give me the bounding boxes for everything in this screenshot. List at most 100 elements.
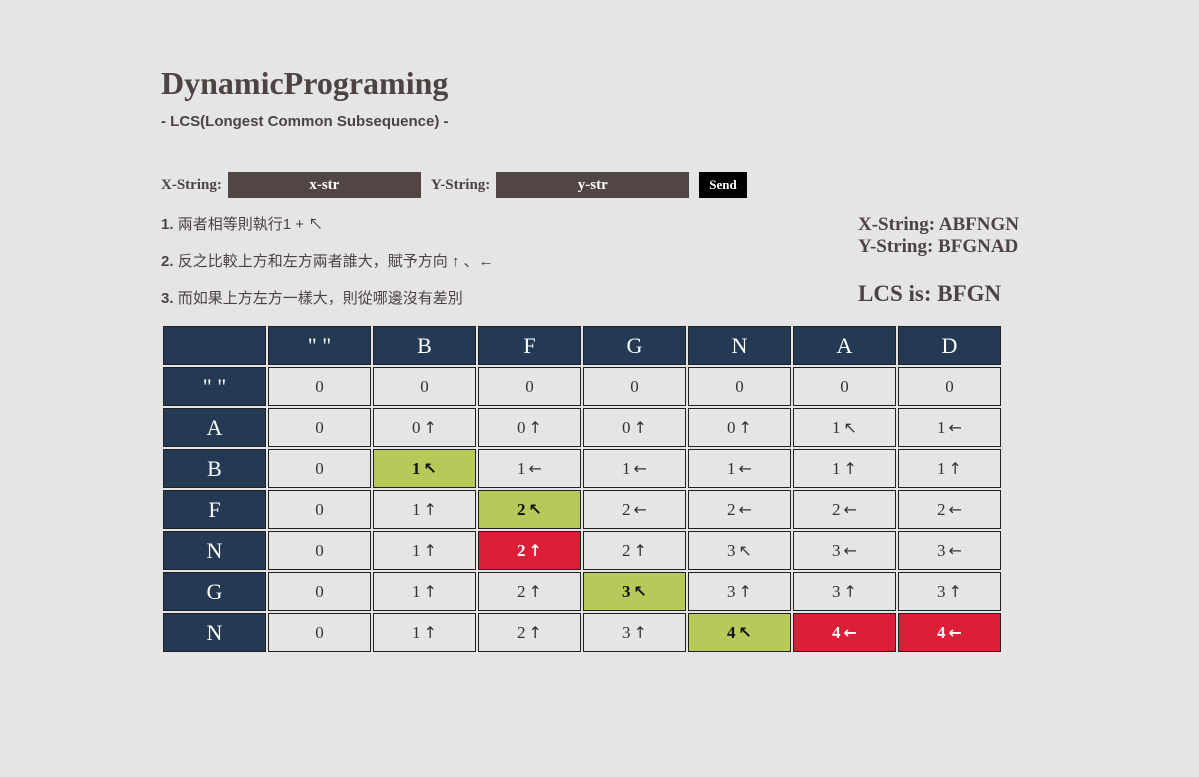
cell-value: 1 — [517, 458, 526, 478]
cell-value: 1 — [727, 458, 736, 478]
table-row: F 0 1 ↑ 2 ↖ 2 ← 2 ← 2 ← 2 ← — [163, 490, 1001, 529]
arrow-up-left-icon: ↖ — [843, 417, 857, 437]
cell-value: 3 — [937, 581, 946, 601]
arrow-up-icon: ↑ — [948, 581, 962, 601]
cell-value: 0 — [525, 376, 534, 396]
table-cell: 0 — [268, 613, 371, 652]
arrow-up-left-icon: ↖ — [528, 499, 542, 519]
column-header: D — [898, 326, 1001, 365]
cell-value: 3 — [832, 540, 841, 560]
match-cell: 2 ↖ — [478, 490, 581, 529]
table-cell: 1 ↑ — [898, 449, 1001, 488]
cell-value: 2 — [517, 540, 526, 560]
y-string-result: Y-String: BFGNAD — [858, 236, 1019, 257]
table-cell: 1 ↑ — [373, 613, 476, 652]
page-title: DynamicPrograming — [161, 65, 449, 101]
cell-value: 3 — [727, 540, 736, 560]
cell-value: 2 — [517, 622, 526, 642]
dp-table: " " B F G N A D " " 0 0 0 0 0 0 0 A 0 0 ↑ 0 ↑ 0 ↑ 0 ↑ 1 ↖ 1 ← B 0 1 ↖ 1 ←… — [161, 324, 1003, 654]
table-cell: 2 ← — [793, 490, 896, 529]
rule-text: 兩者相等則執行1 + ↖ — [177, 216, 324, 233]
table-cell: 0 — [268, 408, 371, 447]
arrow-up-icon: ↑ — [528, 417, 542, 437]
arrow-left-icon: ← — [843, 622, 857, 642]
table-cell: 3 ↑ — [793, 572, 896, 611]
cell-value: 4 — [937, 622, 946, 642]
cell-value: 0 — [630, 376, 639, 396]
arrow-left-icon: ← — [948, 499, 962, 519]
table-cell: 3 ↑ — [583, 613, 686, 652]
table-header-row: " " B F G N A D — [163, 326, 1001, 365]
table-cell: 0 — [373, 367, 476, 406]
row-header: N — [163, 531, 266, 570]
arrow-up-icon: ↑ — [423, 581, 437, 601]
x-string-label: X-String: — [161, 176, 222, 193]
arrow-up-icon: ↑ — [528, 622, 542, 642]
table-cell: 0 — [583, 367, 686, 406]
arrow-up-left-icon: ↖ — [633, 581, 647, 601]
table-cell: 2 ↑ — [478, 572, 581, 611]
table-cell: 1 ↑ — [373, 490, 476, 529]
arrow-left-icon: ← — [948, 622, 962, 642]
table-cell: 3 ← — [793, 531, 896, 570]
cell-value: 1 — [412, 622, 421, 642]
arrow-up-icon: ↑ — [423, 622, 437, 642]
table-cell: 3 ← — [898, 531, 1001, 570]
lcs-result: LCS is: BFGN — [858, 281, 1002, 306]
cell-value: 1 — [832, 458, 841, 478]
arrow-left-icon: ← — [528, 458, 542, 478]
table-cell: 0 ↑ — [478, 408, 581, 447]
table-cell: 1 ↑ — [373, 531, 476, 570]
cell-value: 1 — [832, 417, 841, 437]
cell-value: 2 — [622, 540, 631, 560]
cell-value: 2 — [727, 499, 736, 519]
table-cell: 0 — [268, 449, 371, 488]
cell-value: 2 — [517, 499, 526, 519]
cell-value: 1 — [412, 540, 421, 560]
x-string-result: X-String: ABFNGN — [858, 214, 1019, 235]
arrow-up-icon: ↑ — [528, 581, 542, 601]
arrow-left-icon: ← — [948, 417, 962, 437]
send-button[interactable]: Send — [699, 172, 747, 198]
cell-value: 3 — [622, 581, 631, 601]
arrow-left-icon: ← — [948, 540, 962, 560]
table-cell: 3 ↑ — [898, 572, 1001, 611]
cell-value: 1 — [937, 417, 946, 437]
table-cell: 3 ↑ — [688, 572, 791, 611]
row-header: " " — [163, 367, 266, 406]
cell-value: 0 — [315, 581, 324, 601]
arrow-left-icon: ← — [738, 458, 752, 478]
cell-value: 1 — [937, 458, 946, 478]
column-header: B — [373, 326, 476, 365]
rule-1: 1. 兩者相等則執行1 + ↖ — [161, 215, 323, 235]
rule-3: 3. 而如果上方左方一樣大，則從哪邊沒有差別 — [161, 289, 463, 309]
arrow-up-icon: ↑ — [843, 458, 857, 478]
table-cell: 2 ↑ — [478, 613, 581, 652]
x-string-input[interactable] — [227, 172, 421, 198]
row-header: A — [163, 408, 266, 447]
string-input-form: X-String: Y-String: Send — [161, 172, 747, 198]
table-cell: 0 — [688, 367, 791, 406]
match-cell: 4 ↖ — [688, 613, 791, 652]
cell-value: 2 — [517, 581, 526, 601]
cell-value: 0 — [727, 417, 736, 437]
cell-value: 0 — [517, 417, 526, 437]
table-row: N 0 1 ↑ 2 ↑ 2 ↑ 3 ↖ 3 ← 3 ← — [163, 531, 1001, 570]
table-cell: 1 ← — [898, 408, 1001, 447]
row-header: F — [163, 490, 266, 529]
table-cell: 2 ↑ — [583, 531, 686, 570]
cell-value: 0 — [735, 376, 744, 396]
cell-value: 0 — [840, 376, 849, 396]
arrow-left-icon: ← — [843, 540, 857, 560]
corner-header — [163, 326, 266, 365]
arrow-up-icon: ↑ — [948, 458, 962, 478]
cell-value: 0 — [315, 417, 324, 437]
cell-value: 0 — [412, 417, 421, 437]
table-row: B 0 1 ↖ 1 ← 1 ← 1 ← 1 ↑ 1 ↑ — [163, 449, 1001, 488]
table-cell: 2 ← — [688, 490, 791, 529]
arrow-left-icon: ← — [843, 499, 857, 519]
column-header: " " — [268, 326, 371, 365]
column-header: N — [688, 326, 791, 365]
y-string-input[interactable] — [496, 172, 690, 198]
arrow-up-icon: ↑ — [633, 622, 647, 642]
